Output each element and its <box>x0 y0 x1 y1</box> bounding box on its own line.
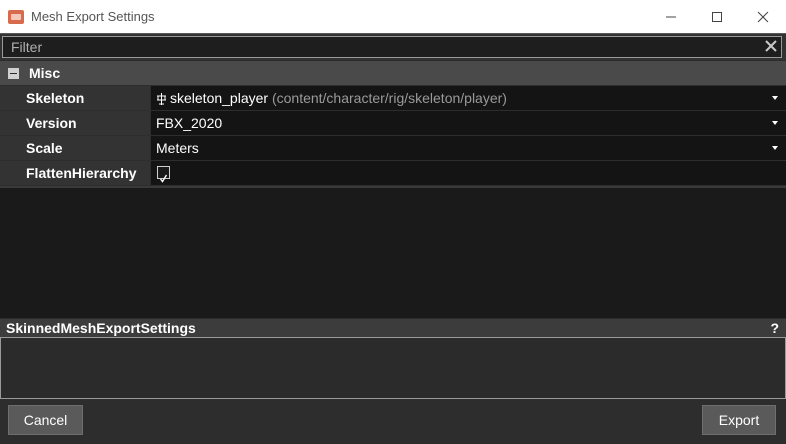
property-label-version: Version <box>0 111 150 135</box>
property-row-skeleton: Skeleton skeleton_player (content/charac… <box>0 86 786 110</box>
property-row-flatten-hierarchy: FlattenHierarchy <box>0 161 786 185</box>
minimize-icon <box>666 16 676 17</box>
category-label: Misc <box>29 65 61 81</box>
window-controls <box>648 0 786 33</box>
maximize-icon <box>712 11 722 22</box>
app-icon <box>8 9 24 24</box>
flatten-hierarchy-checkbox[interactable] <box>157 166 170 183</box>
property-row-scale: Scale Meters <box>0 136 786 160</box>
clear-x-icon[interactable] <box>764 39 778 53</box>
help-icon[interactable]: ? <box>770 319 779 337</box>
chevron-down-icon[interactable] <box>772 121 778 125</box>
scale-dropdown[interactable]: Meters <box>151 136 786 160</box>
help-description-box <box>0 337 786 399</box>
help-title: SkinnedMeshExportSettings <box>6 320 196 336</box>
property-grid-empty-area <box>0 186 786 318</box>
property-grid: Skeleton skeleton_player (content/charac… <box>0 86 786 186</box>
title-bar: Mesh Export Settings <box>0 0 786 33</box>
flatten-hierarchy-cell <box>151 161 786 185</box>
skeleton-path: (content/character/rig/skeleton/player) <box>271 90 507 106</box>
property-label-flatten-hierarchy: FlattenHierarchy <box>0 161 150 185</box>
close-button[interactable] <box>740 0 786 33</box>
filter-bar <box>0 33 786 60</box>
help-panel-header: SkinnedMeshExportSettings ? <box>0 319 786 337</box>
collapse-icon[interactable] <box>8 67 19 79</box>
minimize-button[interactable] <box>648 0 694 33</box>
property-label-skeleton: Skeleton <box>0 86 150 110</box>
close-icon <box>757 11 769 22</box>
skeleton-value: skeleton_player <box>170 90 269 106</box>
cancel-button[interactable]: Cancel <box>8 405 83 435</box>
version-value: FBX_2020 <box>156 115 223 131</box>
filter-input[interactable] <box>2 36 782 58</box>
property-label-scale: Scale <box>0 136 150 160</box>
version-dropdown[interactable]: FBX_2020 <box>151 111 786 135</box>
window-title: Mesh Export Settings <box>31 9 155 24</box>
skeleton-icon <box>157 93 166 106</box>
maximize-button[interactable] <box>694 0 740 33</box>
property-row-version: Version FBX_2020 <box>0 111 786 135</box>
skeleton-dropdown[interactable]: skeleton_player (content/character/rig/s… <box>151 86 786 110</box>
chevron-down-icon[interactable] <box>772 146 778 150</box>
export-button[interactable]: Export <box>702 405 776 435</box>
checkmark-icon <box>159 174 168 183</box>
category-header-misc[interactable]: Misc <box>0 61 786 85</box>
chevron-down-icon[interactable] <box>772 96 778 100</box>
scale-value: Meters <box>156 140 199 156</box>
